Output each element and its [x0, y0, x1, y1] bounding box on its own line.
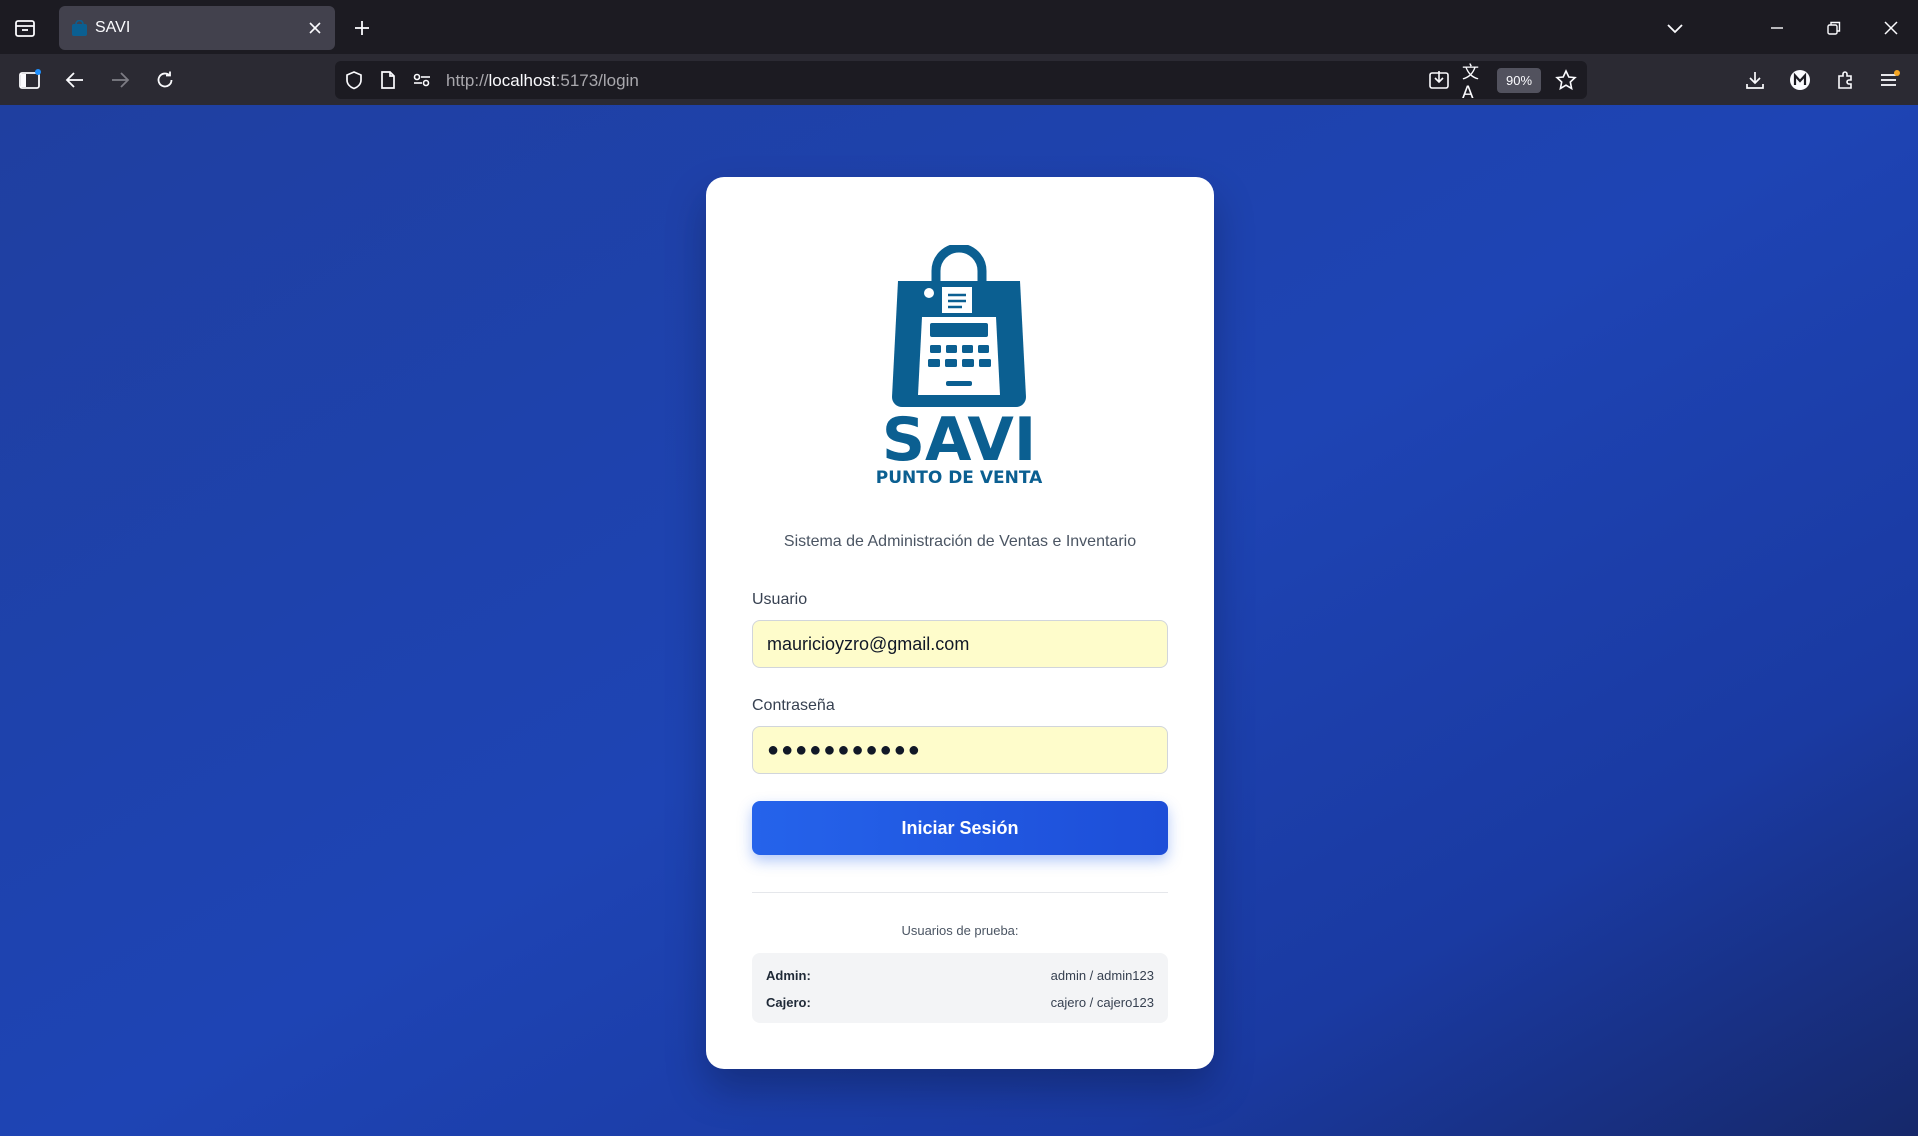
test-user-credentials: admin / admin123 [1050, 968, 1154, 983]
tab-savi[interactable]: SAVI [59, 6, 335, 50]
url-bar[interactable]: http://localhost:5173/login 文A 90% [335, 61, 1587, 103]
translate-icon[interactable]: 文A [1462, 63, 1486, 103]
sidebar-toggle-icon[interactable] [17, 67, 43, 93]
close-window-icon[interactable] [1879, 16, 1903, 40]
downloads-icon[interactable] [1742, 67, 1768, 93]
close-tab-icon[interactable] [305, 18, 325, 38]
back-arrow-icon[interactable] [62, 67, 88, 93]
extensions-puzzle-icon[interactable] [1832, 67, 1858, 93]
test-user-role: Admin: [766, 968, 811, 983]
tab-bar: SAVI [0, 0, 1918, 54]
tab-title: SAVI [95, 19, 131, 36]
restore-window-icon[interactable] [1822, 16, 1846, 40]
login-page: SAVI PUNTO DE VENTA Sistema de Administr… [0, 105, 1918, 1136]
test-users-box: Admin: admin / admin123 Cajero: cajero /… [752, 953, 1168, 1023]
password-input[interactable] [752, 726, 1168, 774]
test-user-role: Cajero: [766, 995, 811, 1010]
url-scheme: http:// [446, 71, 489, 90]
logo-tagline-text: PUNTO DE VENTA [876, 468, 1043, 485]
bookmark-star-icon[interactable] [1554, 68, 1578, 92]
test-user-credentials: cajero / cajero123 [1050, 995, 1154, 1010]
minimize-window-icon[interactable] [1765, 16, 1789, 40]
permissions-icon[interactable] [411, 69, 433, 91]
install-app-icon[interactable] [1427, 69, 1451, 91]
account-avatar-icon[interactable] [1787, 67, 1813, 93]
app-menu-icon[interactable] [1877, 67, 1903, 93]
page-info-icon[interactable] [377, 69, 399, 91]
login-card: SAVI PUNTO DE VENTA Sistema de Administr… [706, 177, 1214, 1069]
list-all-tabs-chevron-icon[interactable] [1662, 16, 1688, 40]
system-subtitle: Sistema de Administración de Ventas e In… [783, 533, 1137, 550]
savi-logo: SAVI PUNTO DE VENTA [874, 243, 1044, 488]
firefox-view-icon[interactable] [12, 16, 38, 40]
forward-arrow-icon[interactable] [107, 67, 133, 93]
username-label: Usuario [752, 591, 808, 608]
url-path: :5173/login [555, 71, 639, 90]
divider [752, 892, 1168, 893]
username-input[interactable] [752, 620, 1168, 668]
zoom-level-badge[interactable]: 90% [1497, 68, 1541, 93]
url-host: localhost [488, 71, 556, 90]
test-users-title: Usuarios de prueba: [901, 923, 1019, 938]
tab-favicon-icon [71, 19, 88, 37]
login-submit-button[interactable]: Iniciar Sesión [752, 801, 1168, 855]
url-text[interactable]: http://localhost:5173/login [446, 71, 639, 91]
password-label: Contraseña [752, 697, 835, 714]
reload-icon[interactable] [152, 67, 178, 93]
new-tab-icon[interactable] [350, 16, 374, 40]
tracking-protection-shield-icon[interactable] [343, 69, 365, 91]
logo-brand-text: SAVI [882, 405, 1036, 475]
